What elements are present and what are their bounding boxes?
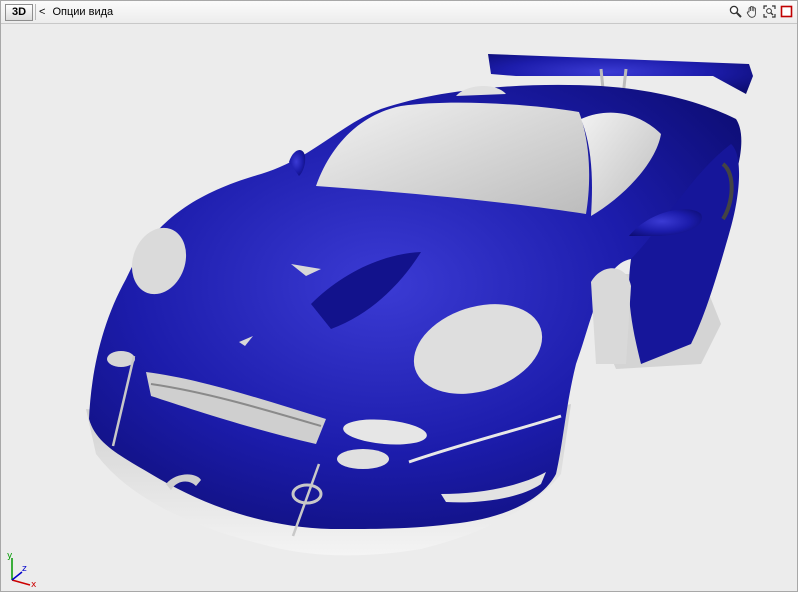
maximize-viewport-icon: [780, 5, 793, 17]
fog-light-lower: [337, 449, 389, 469]
toolbar-separator: [35, 4, 36, 20]
viewport-toolbar: 3D < Опции вида: [1, 1, 797, 24]
maximize-viewport-button[interactable]: [779, 3, 794, 19]
zoom-extents-button[interactable]: [762, 3, 777, 19]
viewport-window: 3D < Опции вида y x z: [0, 0, 798, 592]
viewport-tools: [728, 3, 794, 21]
pan-button[interactable]: [745, 3, 760, 19]
rear-wheel-arch: [591, 268, 631, 364]
x-axis-label: x: [31, 580, 37, 588]
z-axis-label: z: [22, 564, 27, 574]
view-options-menu[interactable]: < Опции вида: [39, 5, 113, 19]
view-options-label: Опции вида: [52, 6, 114, 18]
mode-3d-button[interactable]: 3D: [5, 4, 33, 21]
axis-gizmo: y x z: [7, 552, 37, 588]
y-axis-label: y: [7, 552, 13, 561]
back-chevron-icon[interactable]: <: [39, 6, 45, 18]
zoom-extents-icon: [763, 4, 776, 18]
pan-hand-icon: [746, 5, 756, 18]
z-axis-line: [11, 571, 23, 581]
zoom-button[interactable]: [728, 3, 743, 19]
zoom-icon: [729, 5, 742, 18]
3d-viewport[interactable]: y x z: [1, 24, 797, 591]
x-axis-line: [11, 579, 31, 586]
car-body-model[interactable]: [1, 24, 797, 591]
